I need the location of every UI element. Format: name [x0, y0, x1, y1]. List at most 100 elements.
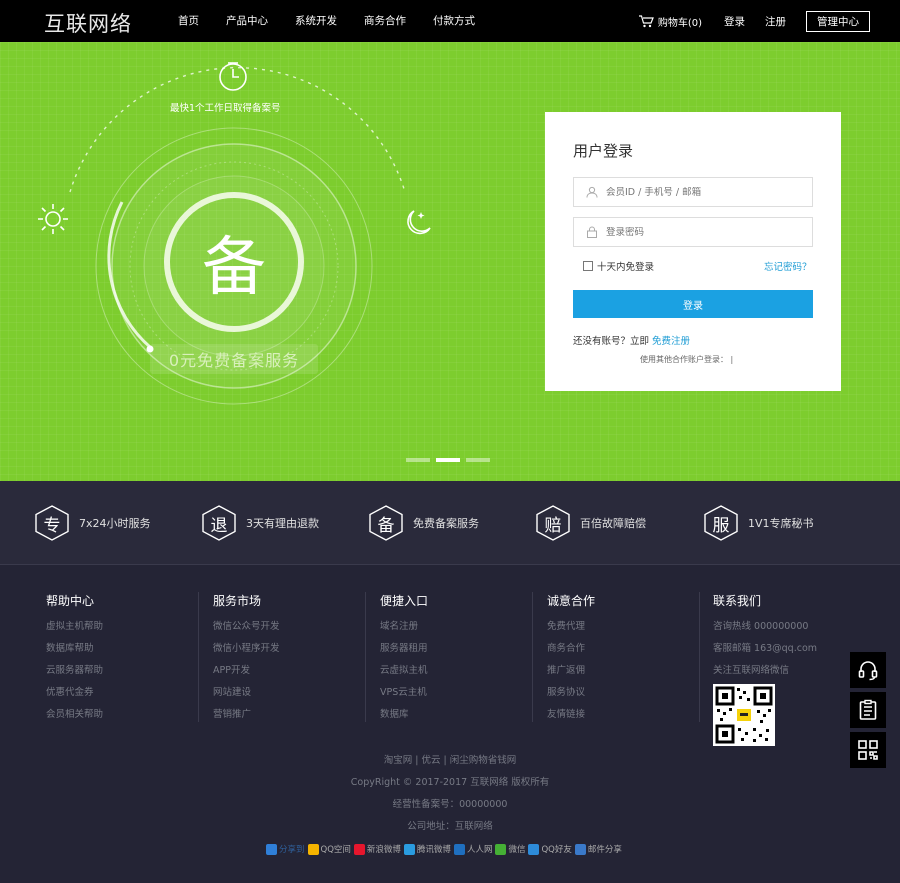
footer-column-title: 帮助中心 [46, 594, 95, 608]
footer-link[interactable]: 域名注册 [380, 618, 428, 632]
footer-column-partner: 诚意合作 免费代理 商务合作 推广返佣 服务协议 友情链接 [547, 592, 595, 728]
login-link[interactable]: 登录 [724, 14, 745, 29]
free-register-link[interactable]: 免费注册 [652, 336, 690, 347]
footer-link[interactable]: 服务器租用 [380, 640, 428, 654]
feature-item: 赔 百倍故障赔偿 [536, 505, 646, 541]
follow-wechat-text: 关注互联网络微信 [713, 665, 790, 676]
other-login-text: 使用其他合作账户登录： | [640, 355, 734, 364]
remember-me[interactable]: 十天内免登录 [583, 259, 654, 273]
register-link[interactable]: 注册 [765, 14, 786, 29]
footer-column-title: 服务市场 [213, 594, 262, 608]
footer-link[interactable]: 服务协议 [547, 684, 595, 698]
hexagon-badge-icon: 备 [369, 505, 403, 541]
share-more[interactable]: 分享到 [266, 843, 305, 855]
nav-business[interactable]: 商务合作 [364, 0, 406, 42]
wechat-icon [495, 843, 507, 855]
share-mail[interactable]: 邮件分享 [574, 843, 622, 855]
footer-link[interactable]: 推广返佣 [547, 662, 595, 676]
forgot-password-link[interactable]: 忘记密码？ [764, 259, 812, 273]
share-wechat[interactable]: 微信 [495, 843, 525, 855]
footer-column-title: 便捷入口 [380, 594, 429, 608]
share-tencent-weibo[interactable]: 腾讯微博 [403, 843, 451, 855]
hexagon-badge-icon: 服 [704, 505, 738, 541]
footer-link[interactable]: 网站建设 [213, 684, 280, 698]
login-title: 用户登录 [573, 142, 634, 160]
share-renren[interactable]: 人人网 [453, 843, 492, 855]
remember-label: 十天内免登录 [597, 262, 655, 273]
contact-phone: 咨询热线 000000000 [713, 621, 809, 632]
nav-products[interactable]: 产品中心 [226, 0, 268, 42]
feature-item: 专 7x24小时服务 [35, 505, 151, 541]
footer-link[interactable]: 数据库 [380, 706, 428, 720]
share-bar: 分享到 QQ空间 新浪微博 腾讯微博 人人网 微信 QQ好友 邮件分享 [266, 843, 625, 855]
nav-payment[interactable]: 付款方式 [433, 0, 475, 42]
feedback-button[interactable] [850, 692, 886, 728]
carousel-dot-2[interactable] [436, 458, 460, 462]
password-input[interactable] [606, 226, 796, 238]
column-divider [532, 592, 533, 722]
footer-column-quick: 便捷入口 域名注册 服务器租用 云虚拟主机 VPS云主机 数据库 [380, 592, 428, 728]
nav-home[interactable]: 首页 [178, 0, 199, 42]
feature-item: 退 3天有理由退款 [202, 505, 319, 541]
footer-link[interactable]: 优惠代金券 [46, 684, 103, 698]
footer-link[interactable]: 微信小程序开发 [213, 640, 280, 654]
hexagon-badge-icon: 赔 [536, 505, 570, 541]
site-logo[interactable]: 互联网络 [44, 8, 132, 38]
footer-columns: 帮助中心 虚拟主机帮助 数据库帮助 云服务器帮助 优惠代金券 会员相关帮助 服务… [0, 592, 900, 746]
footer-link[interactable]: 营销推广 [213, 706, 280, 720]
login-submit-button[interactable]: 登录 [573, 290, 813, 318]
plus-icon [266, 843, 277, 855]
footer-link[interactable]: 商务合作 [547, 640, 595, 654]
footer-link[interactable]: 云服务器帮助 [46, 662, 103, 676]
renren-icon [453, 843, 465, 855]
hexagon-badge-icon: 退 [202, 505, 236, 541]
column-divider [699, 592, 700, 722]
qzone-icon [307, 843, 319, 855]
license-text: 经营性备案号：00000000 [392, 799, 508, 810]
clock-icon [219, 62, 247, 91]
wechat-qr-code [713, 684, 775, 746]
footer-link[interactable]: 云虚拟主机 [380, 662, 428, 676]
feature-label: 7x24小时服务 [79, 517, 151, 530]
hexagon-badge-icon: 专 [35, 505, 69, 541]
footer-link[interactable]: APP开发 [213, 662, 280, 676]
feature-label: 1V1专席秘书 [748, 517, 814, 530]
footer-link[interactable]: 会员相关帮助 [46, 706, 103, 720]
footer-link[interactable]: 数据库帮助 [46, 640, 103, 654]
sun-icon [38, 204, 68, 234]
nav-development[interactable]: 系统开发 [295, 0, 337, 42]
carousel-dot-1[interactable] [406, 458, 430, 462]
beian-emblem: 备 [164, 192, 304, 332]
admin-center-button[interactable]: 管理中心 [806, 10, 870, 32]
footer-link[interactable]: 友情链接 [547, 706, 595, 720]
customer-service-button[interactable] [850, 652, 886, 688]
footer-link[interactable]: 微信公众号开发 [213, 618, 280, 632]
floating-toolbar [850, 652, 886, 772]
lock-icon [587, 226, 597, 238]
weibo-icon [353, 843, 365, 855]
qr-code-button[interactable] [850, 732, 886, 768]
cart-link[interactable]: 购物车(0) [638, 14, 702, 29]
share-qzone[interactable]: QQ空间 [307, 843, 351, 855]
carousel-indicators [406, 458, 496, 462]
qq-icon [528, 843, 540, 855]
username-input[interactable] [606, 186, 796, 198]
qr-code-icon [858, 740, 878, 760]
no-account-text: 还没有账号？立即 [573, 336, 650, 347]
feature-label: 免费备案服务 [413, 517, 479, 530]
contact-email[interactable]: 客服邮箱 163@qq.com [713, 640, 817, 654]
promo-caption: 最快1个工作日取得备案号 [170, 103, 281, 114]
partner-links[interactable]: 淘宝网 | 优云 | 闲尘购物省钱网 [0, 752, 900, 766]
feature-label: 3天有理由退款 [246, 517, 319, 530]
free-beian-badge: 0元免费备案服务 [150, 344, 318, 374]
username-field [573, 177, 813, 207]
footer-link[interactable]: VPS云主机 [380, 684, 428, 698]
remember-checkbox[interactable] [583, 261, 593, 271]
share-qq[interactable]: QQ好友 [528, 843, 572, 855]
copyright-text: CopyRight © 2017-2017 互联网络 版权所有 [350, 777, 550, 788]
footer-column-market: 服务市场 微信公众号开发 微信小程序开发 APP开发 网站建设 营销推广 [213, 592, 280, 728]
footer-link[interactable]: 虚拟主机帮助 [46, 618, 103, 632]
carousel-dot-3[interactable] [466, 458, 490, 462]
share-weibo[interactable]: 新浪微博 [353, 843, 401, 855]
footer-link[interactable]: 免费代理 [547, 618, 595, 632]
